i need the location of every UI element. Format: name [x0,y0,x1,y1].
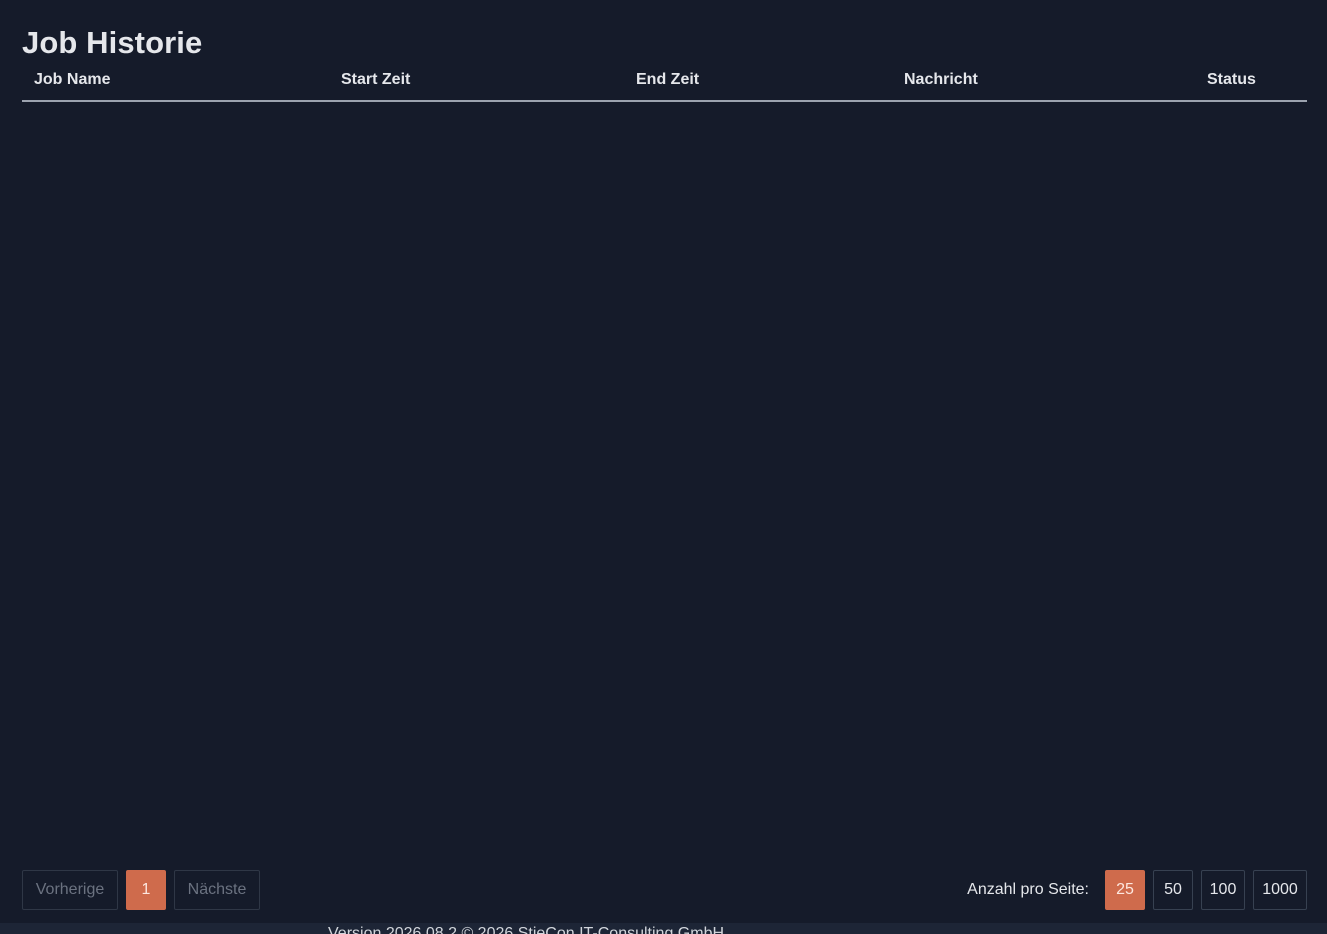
column-header-end-time[interactable]: End Zeit [624,62,892,102]
page-title: Job Historie [22,25,203,60]
page-size-selector: Anzahl pro Seite: 25 50 100 1000 [967,870,1307,910]
page-1-button[interactable]: 1 [126,870,166,910]
page-size-100-button[interactable]: 100 [1201,870,1245,910]
page-size-25-button[interactable]: 25 [1105,870,1145,910]
table-header: Job Name Start Zeit End Zeit Nachricht S… [22,62,1307,102]
job-history-table: Job Name Start Zeit End Zeit Nachricht S… [22,62,1307,102]
pagination: Vorherige 1 Nächste [22,870,260,910]
previous-page-button[interactable]: Vorherige [22,870,118,910]
column-header-status[interactable]: Status [1195,62,1307,102]
column-header-start-time[interactable]: Start Zeit [329,62,624,102]
footer: Version 2026.08.2 © 2026 StieCon IT-Cons… [0,923,1327,934]
page-size-1000-button[interactable]: 1000 [1253,870,1307,910]
column-header-job-name[interactable]: Job Name [22,62,329,102]
job-history-page: Job Historie Job Name Start Zeit End Zei… [22,0,1307,923]
next-page-button[interactable]: Nächste [174,870,260,910]
table-header-row: Job Name Start Zeit End Zeit Nachricht S… [22,62,1307,102]
column-header-message[interactable]: Nachricht [892,62,1195,102]
page-size-50-button[interactable]: 50 [1153,870,1193,910]
footer-version-text: Version 2026.08.2 © 2026 StieCon IT-Cons… [328,925,725,934]
page-size-label: Anzahl pro Seite: [967,881,1089,898]
